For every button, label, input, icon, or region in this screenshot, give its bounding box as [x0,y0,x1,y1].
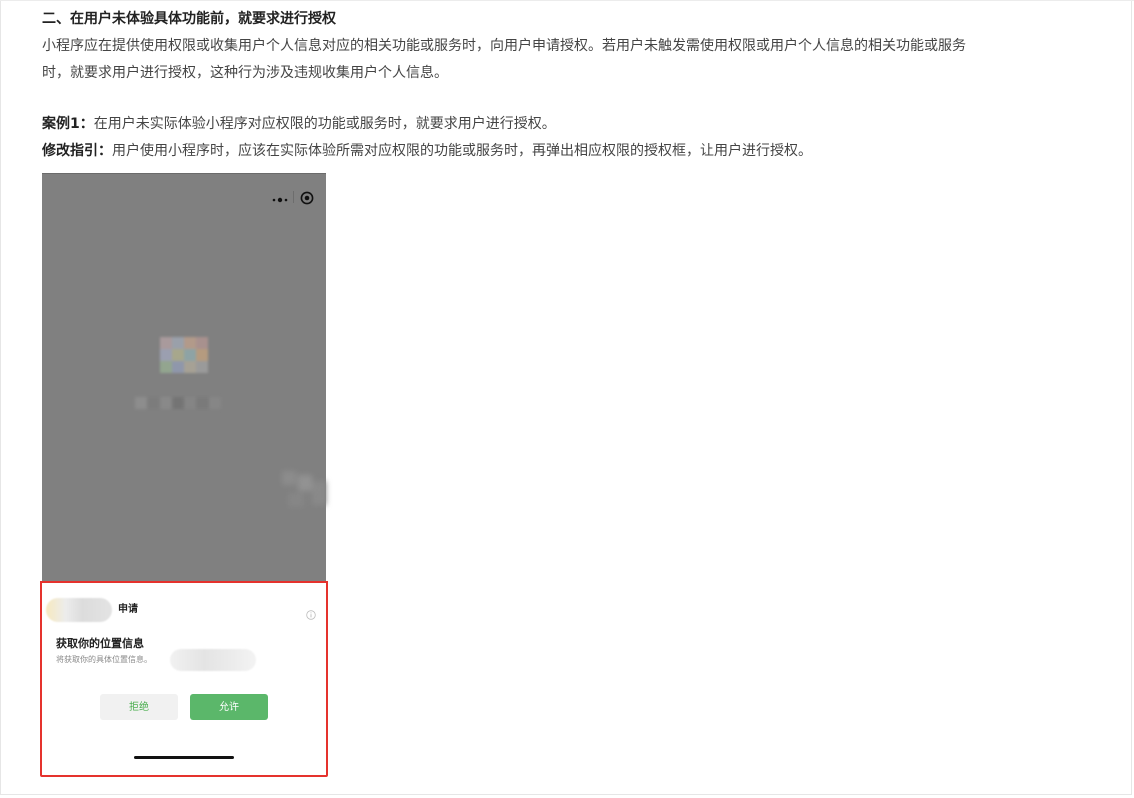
case-1-text: 在用户未实际体验小程序对应权限的功能或服务时，就要求用户进行授权。 [93,116,556,132]
auth-description: 将获取你的具体位置信息。 [56,655,152,664]
miniprogram-capsule [258,187,318,207]
guide-line: 修改指引：用户使用小程序时，应该在实际体验所需对应权限的功能或服务时，再弹出相应… [42,138,1112,165]
guide-label: 修改指引： [42,143,112,159]
case-1-label: 案例1： [42,116,94,132]
case-block: 案例1：在用户未实际体验小程序对应权限的功能或服务时，就要求用户进行授权。 修改… [42,111,1112,165]
authorization-sheet: 申请 获取你的位置信息 将获取你的具体位置信息。 拒绝 允许 [40,581,328,777]
top-divider [0,0,1134,1]
capsule-divider [293,191,294,203]
auth-apply-text: 申请 [118,604,138,615]
home-indicator [134,756,234,759]
phone-top-edge [42,173,326,174]
reject-button[interactable]: 拒绝 [100,694,178,720]
section-heading: 二、在用户未体验具体功能前，就要求进行授权 [42,11,336,27]
target-icon[interactable] [300,190,314,205]
app-logo-blurred [160,337,208,373]
miniprogram-avatar-blurred [46,598,112,622]
more-icon[interactable] [270,191,290,203]
phone-screenshot: 申请 获取你的位置信息 将获取你的具体位置信息。 拒绝 允许 [40,173,328,777]
side-element-blurred [282,471,326,511]
guide-text: 用户使用小程序时，应该在实际体验所需对应权限的功能或服务时，再弹出相应权限的授权… [112,143,812,159]
auth-description-blurred [170,649,256,671]
paragraph-line-2: 时，就要求用户进行授权，这种行为涉及违规收集用户个人信息。 [42,65,448,81]
article-content: 二、在用户未体验具体功能前，就要求进行授权 小程序应在提供使用权限或收集用户个人… [42,8,1112,165]
auth-title: 获取你的位置信息 [56,637,144,650]
allow-button[interactable]: 允许 [190,694,268,720]
info-icon[interactable] [306,605,316,620]
section-paragraph: 小程序应在提供使用权限或收集用户个人信息对应的相关功能或服务时，向用户申请授权。… [42,33,1112,87]
paragraph-line-1: 小程序应在提供使用权限或收集用户个人信息对应的相关功能或服务时，向用户申请授权。… [42,38,966,54]
app-name-blurred [135,397,221,409]
case-1-line: 案例1：在用户未实际体验小程序对应权限的功能或服务时，就要求用户进行授权。 [42,111,1112,138]
